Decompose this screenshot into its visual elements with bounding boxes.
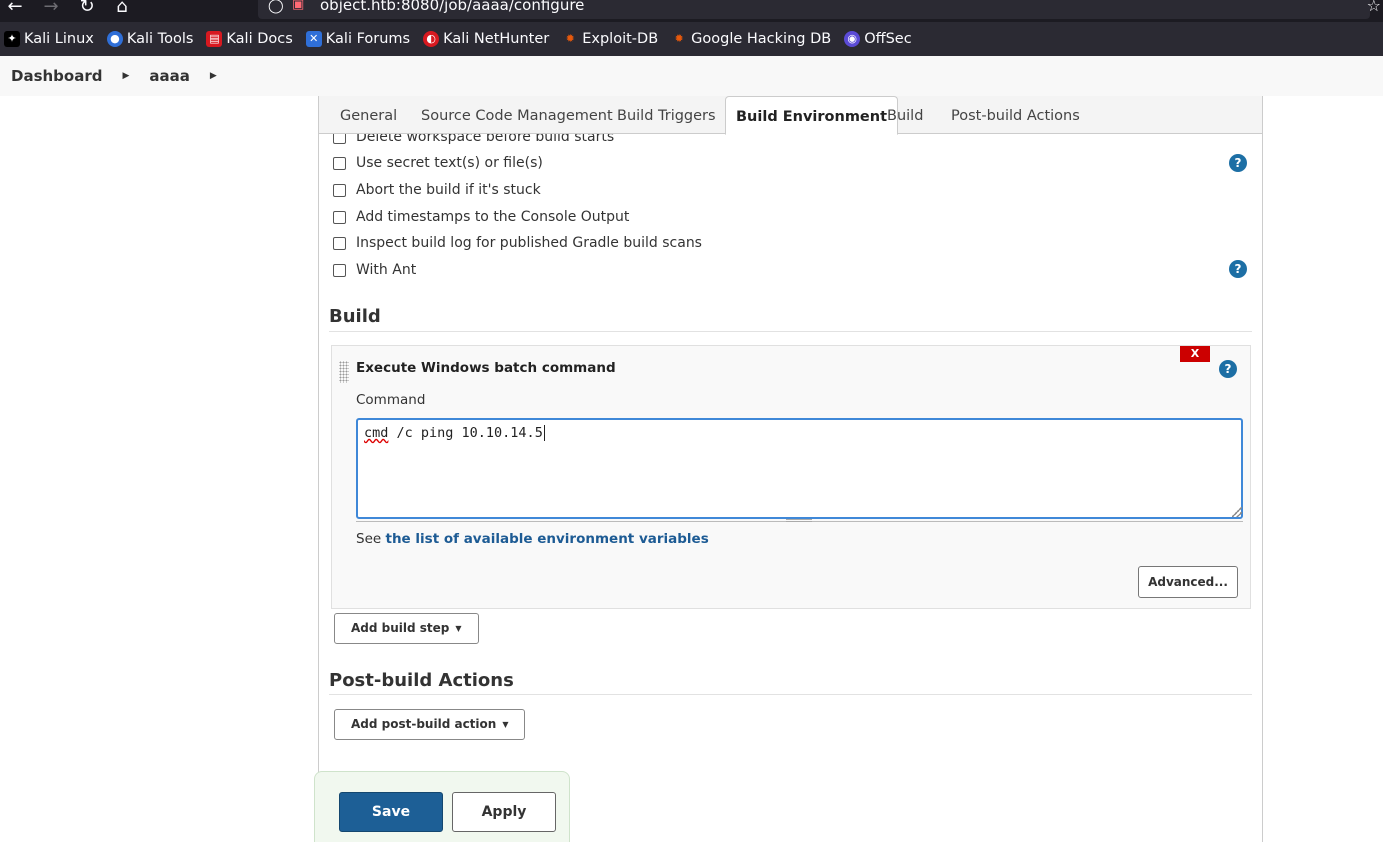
bookmark-google-hacking-db[interactable]: ✹ Google Hacking DB [671,31,832,47]
build-step-windows-batch: Execute Windows batch command X ? Comman… [331,345,1251,609]
bottom-action-bar: Save Apply [314,771,570,842]
checkbox[interactable] [333,210,346,224]
tab-build[interactable]: Build [887,96,923,134]
checkbox[interactable] [333,156,346,170]
kali-docs-icon: ▤ [206,31,223,47]
checkbox[interactable] [333,236,346,250]
bookmarks-bar: ✦ Kali Linux ● Kali Tools ▤ Kali Docs ✕ Kali… [0,22,1383,56]
kali-tools-icon: ● [106,31,123,47]
url-field[interactable]: ◯ ▣ object.htb:8080/job/aaaa/configure [258,0,1370,19]
kali-dragon-icon: ✦ [4,31,20,47]
bookmark-kali-docs[interactable]: ▤ Kali Docs [206,31,293,47]
env-variables-hint: See the list of available environment va… [356,531,709,547]
tab-build-environment[interactable]: Build Environment [725,96,899,135]
config-tabbar: General Source Code Management Build Tri… [319,96,1262,135]
breadcrumb-job[interactable]: aaaa [149,67,190,85]
back-arrow-icon[interactable]: ← [4,0,26,17]
tab-post-build-actions[interactable]: Post-build Actions [951,96,1080,134]
caret-down-icon: ▼ [502,720,509,729]
breadcrumb-chevron-icon[interactable]: ▶ [210,71,217,81]
build-step-title: Execute Windows batch command [356,360,616,376]
env-variables-link[interactable]: the list of available environment variab… [385,531,708,547]
bookmark-kali-forums[interactable]: ✕ Kali Forums [305,31,410,47]
option-add-timestamps[interactable]: Add timestamps to the Console Output [333,209,629,225]
bookmark-kali-nethunter[interactable]: ◐ Kali NetHunter [423,31,549,47]
command-textarea[interactable]: cmd /c ping 10.10.14.5 [356,418,1243,519]
advanced-button[interactable]: Advanced... [1138,566,1238,598]
bookmark-kali-tools[interactable]: ● Kali Tools [106,31,193,47]
browser-toolbar: ← → ↻ ⌂ ◯ ▣ object.htb:8080/job/aaaa/con… [0,0,1383,22]
nethunter-icon: ◐ [423,31,440,47]
post-build-section-title: Post-build Actions [329,670,514,691]
option-with-ant[interactable]: With Ant [333,262,416,278]
textarea-resize-bar[interactable] [786,519,812,522]
bookmark-offsec[interactable]: ◉ OffSec [844,31,912,47]
save-button[interactable]: Save [339,792,443,832]
delete-step-button[interactable]: X [1180,346,1210,362]
text-cursor [543,425,545,441]
add-build-step-button[interactable]: Add build step ▼ [334,613,479,644]
checkbox[interactable] [333,263,346,277]
reload-icon[interactable]: ↻ [76,0,98,17]
command-rest: /c ping 10.10.14.5 [388,425,543,441]
home-icon[interactable]: ⌂ [111,0,133,17]
caret-down-icon: ▼ [455,624,462,633]
breadcrumb: Dashboard ▶ aaaa ▶ [0,56,1383,96]
build-section-title: Build [329,306,381,327]
add-post-build-action-button[interactable]: Add post-build action ▼ [334,709,526,740]
configure-panel: General Source Code Management Build Tri… [318,96,1263,842]
bookmark-kali-linux[interactable]: ✦ Kali Linux [4,31,94,47]
url-text[interactable]: object.htb:8080/job/aaaa/configure [320,0,584,14]
ghdb-icon: ✹ [674,32,684,45]
tab-general[interactable]: General [340,96,397,134]
forward-arrow-icon[interactable]: → [40,0,62,17]
bookmark-star-icon[interactable]: ☆ [1367,0,1381,15]
command-label: Command [356,392,426,408]
offsec-icon: ◉ [844,31,861,47]
checkbox[interactable] [333,183,346,197]
option-gradle-build-scans[interactable]: Inspect build log for published Gradle b… [333,235,702,251]
section-divider [329,331,1252,332]
drag-handle-icon[interactable] [339,361,349,383]
help-icon[interactable]: ? [1229,154,1247,172]
section-divider [329,694,1252,695]
help-icon[interactable]: ? [1229,260,1247,278]
bookmark-exploit-db[interactable]: ✹ Exploit-DB [562,31,659,47]
command-prefix: cmd [364,425,389,441]
breadcrumb-dashboard[interactable]: Dashboard [11,67,102,85]
option-secret-text[interactable]: Use secret text(s) or file(s) [333,155,543,171]
resize-grip-icon[interactable] [1232,507,1242,517]
breadcrumb-chevron-icon[interactable]: ▶ [122,71,129,81]
apply-button[interactable]: Apply [452,792,556,832]
help-icon[interactable]: ? [1219,360,1237,378]
kali-forums-icon: ✕ [305,31,322,47]
tab-source-code-management[interactable]: Source Code Management [421,96,613,134]
shield-icon[interactable]: ◯ [268,0,284,14]
exploit-db-icon: ✹ [565,32,575,45]
tab-build-triggers[interactable]: Build Triggers [617,96,716,134]
insecure-lock-icon[interactable]: ▣ [292,0,304,12]
option-abort-if-stuck[interactable]: Abort the build if it's stuck [333,182,541,198]
